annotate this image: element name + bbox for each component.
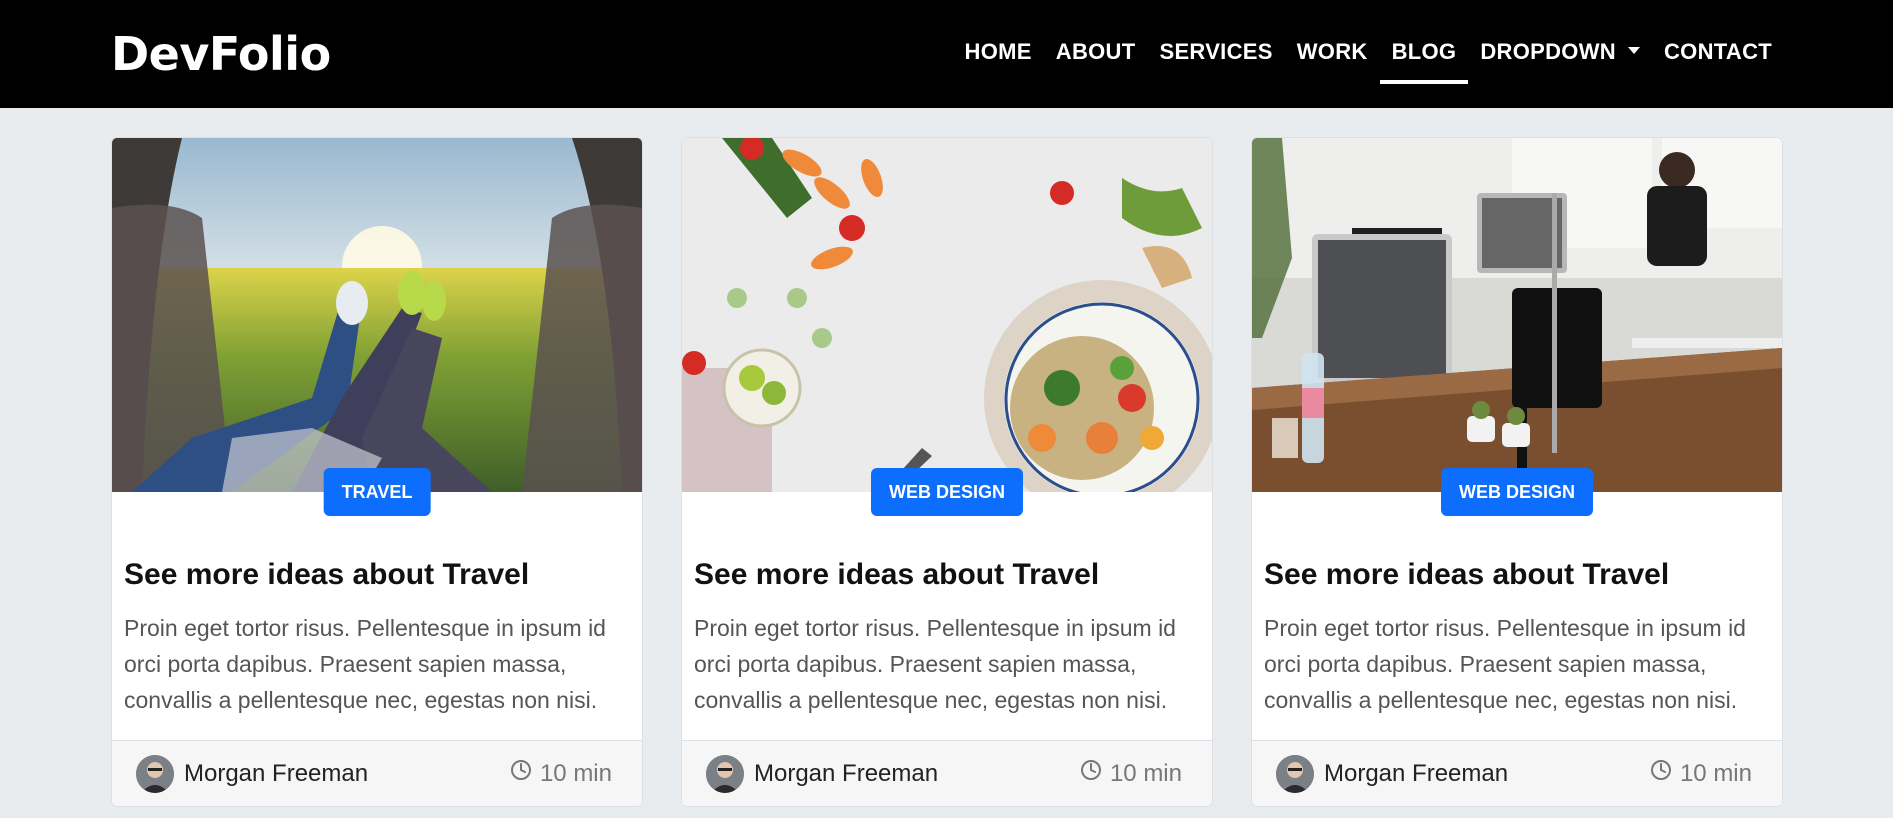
author-name: Morgan Freeman [754,760,939,787]
card-footer: Morgan Freeman 10 min [1252,740,1782,806]
category-badge[interactable]: TRAVEL [323,468,431,516]
card-title[interactable]: See more ideas about Travel [1264,558,1669,592]
clock-icon [1650,759,1672,788]
nav-contact[interactable]: CONTACT [1664,34,1772,76]
card-text: Proin eget tortor risus. Pellentesque in… [124,615,606,713]
clock-icon [1080,759,1102,788]
card-text: Proin eget tortor risus. Pellentesque in… [694,615,1176,713]
blog-card[interactable]: TRAVEL See more ideas about Travel Proin… [111,137,643,807]
card-image-food[interactable] [682,138,1212,492]
top-navbar: DevFolio HOME ABOUT SERVICES WORK BLOG D… [0,0,1893,108]
author[interactable]: Morgan Freeman [1276,755,1508,793]
nav-home[interactable]: HOME [965,34,1032,76]
food-photo [682,138,1212,492]
author[interactable]: Morgan Freeman [136,755,368,793]
avatar [1276,755,1314,793]
author-name: Morgan Freeman [1324,760,1509,787]
read-time: 10 min [1650,759,1752,788]
nav-work[interactable]: WORK [1297,34,1368,76]
author-name: Morgan Freeman [184,760,369,787]
card-footer: Morgan Freeman 10 min [682,740,1212,806]
card-title[interactable]: See more ideas about Travel [124,558,529,592]
nav-services[interactable]: SERVICES [1159,34,1272,76]
nav-about[interactable]: ABOUT [1056,34,1136,76]
blog-card[interactable]: WEB DESIGN See more ideas about Travel P… [681,137,1213,807]
office-photo [1252,138,1782,492]
read-time-label: 10 min [1679,759,1752,787]
card-text: Proin eget tortor risus. Pellentesque in… [1264,615,1746,713]
card-image-travel[interactable] [112,138,642,492]
read-time: 10 min [1080,759,1182,788]
brand-logo[interactable]: DevFolio [111,26,331,82]
card-title[interactable]: See more ideas about Travel [694,558,1099,592]
blog-card[interactable]: WEB DESIGN See more ideas about Travel P… [1251,137,1783,807]
card-image-office[interactable] [1252,138,1782,492]
avatar [706,755,744,793]
clock-icon [510,759,532,788]
category-badge[interactable]: WEB DESIGN [870,468,1024,516]
author[interactable]: Morgan Freeman [706,755,938,793]
read-time-label: 10 min [1109,759,1182,787]
read-time-label: 10 min [539,759,612,787]
main-nav: HOME ABOUT SERVICES WORK BLOG DROPDOWN C… [965,34,1772,84]
nav-blog[interactable]: BLOG [1379,34,1469,84]
category-badge[interactable]: WEB DESIGN [1440,468,1594,516]
read-time: 10 min [510,759,612,788]
card-footer: Morgan Freeman 10 min [112,740,642,806]
avatar [136,755,174,793]
nav-dropdown[interactable]: DROPDOWN [1480,34,1640,76]
caret-down-icon [1627,46,1640,54]
nav-dropdown-label: DROPDOWN [1480,39,1616,64]
travel-photo [112,138,642,492]
blog-cards: TRAVEL See more ideas about Travel Proin… [111,137,1783,807]
